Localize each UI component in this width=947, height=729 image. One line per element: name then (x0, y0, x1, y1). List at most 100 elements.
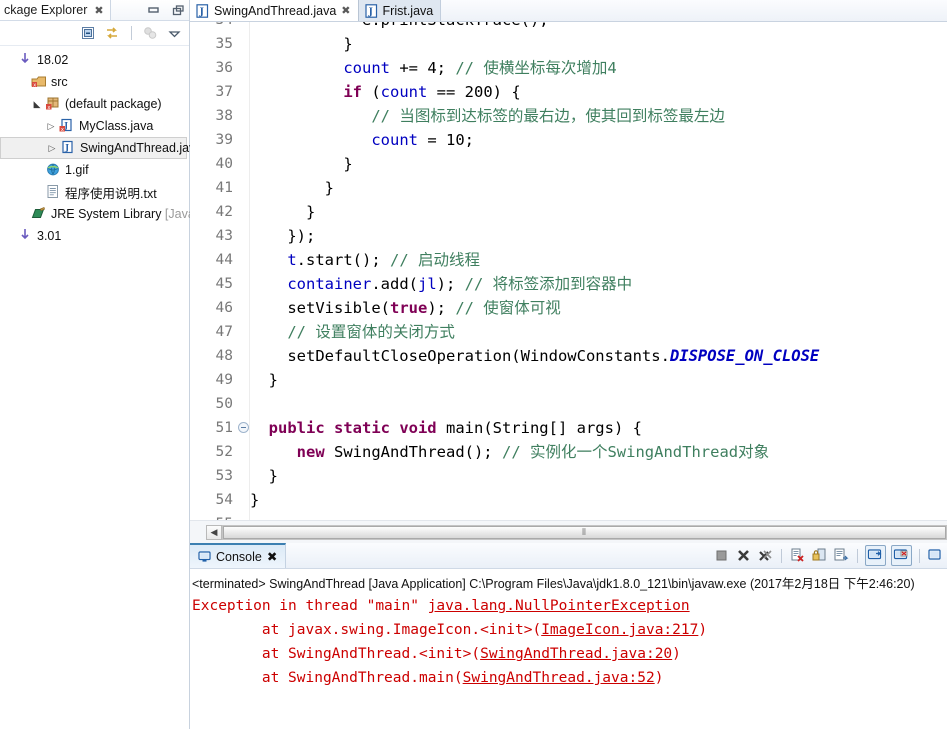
pin-console-icon[interactable] (865, 545, 886, 566)
collapse-all-icon[interactable] (80, 25, 97, 42)
tree-item[interactable]: ◢ x (default package) (0, 93, 189, 115)
editor-horizontal-scrollbar[interactable]: ◀ ⦀ (190, 520, 947, 543)
expand-arrow-open-icon[interactable]: ◢ (30, 99, 44, 110)
focus-active-task-icon[interactable] (142, 25, 159, 42)
line-number: 45 (215, 276, 233, 292)
line-number: 46 (215, 300, 233, 316)
code-token: ); (436, 275, 465, 293)
code-line[interactable]: e.printStackTrace(); (250, 22, 549, 32)
code-token: 10 (446, 131, 465, 149)
gif-file-icon (44, 161, 62, 179)
code-line[interactable]: } (250, 488, 259, 512)
code-line[interactable]: } (250, 152, 352, 176)
maximize-button[interactable] (172, 4, 185, 17)
expand-arrow-closed-icon[interactable]: ▷ (44, 121, 58, 132)
tree-item[interactable]: JRE System Library [JavaSE (0, 203, 211, 225)
code-line[interactable]: t.start(); // 启动线程 (250, 248, 480, 272)
svg-text:x: x (33, 82, 36, 88)
code-line[interactable]: } (250, 176, 334, 200)
clear-console-icon[interactable] (789, 547, 806, 564)
stack-trace-link[interactable]: java.lang.NullPointerException (428, 598, 690, 614)
stack-trace-link[interactable]: SwingAndThread.java:52 (463, 670, 655, 686)
project-tree[interactable]: 18.02 x src ◢ x (default package) ▷ Jx MyClass.j… (0, 46, 211, 247)
view-menu-icon[interactable] (166, 25, 183, 42)
code-token: 4 (427, 59, 437, 77)
console-view: Console ✖ <terminated> SwingAndThread [J… (190, 543, 947, 729)
close-icon[interactable]: ✖ (267, 549, 277, 564)
code-line[interactable]: count += 4; // 使横坐标每次增加4 (250, 56, 616, 80)
line-number: 50 (215, 396, 233, 412)
code-token: public static void (268, 419, 437, 437)
code-line[interactable]: container.add(jl); // 将标签添加到容器中 (250, 272, 632, 296)
console-icon (198, 550, 211, 564)
tree-item-label: 程序使用说明.txt (65, 186, 157, 201)
remove-all-terminated-icon[interactable] (757, 547, 774, 564)
scroll-thumb[interactable]: ⦀ (223, 525, 946, 539)
code-line[interactable]: } (250, 32, 352, 56)
console-output[interactable]: Exception in thread "main" java.lang.Nul… (190, 594, 947, 690)
code-line[interactable]: } (250, 200, 315, 224)
code-token: count (380, 83, 428, 101)
tree-item-label: src (51, 75, 68, 89)
tree-item[interactable]: ▷ J SwingAndThread.jav (0, 137, 195, 159)
tree-item-label: JRE System Library [JavaSE (51, 207, 212, 221)
editor-tab-bar: J SwingAndThread.java ✖ J Frist.java (190, 0, 947, 22)
display-selected-console-icon[interactable] (891, 545, 912, 566)
tree-item-label: 3.01 (37, 229, 62, 243)
tab-console[interactable]: Console ✖ (190, 543, 287, 568)
open-console-icon[interactable] (927, 547, 944, 564)
stack-trace-link[interactable]: ImageIcon.java:217 (541, 622, 698, 638)
code-line[interactable]: if (count == 200) { (250, 80, 520, 104)
code-line[interactable]: setDefaultCloseOperation(WindowConstants… (250, 344, 819, 368)
code-line[interactable]: setVisible(true); // 使窗体可视 (250, 296, 561, 320)
scroll-lock-icon[interactable] (811, 547, 828, 564)
line-number: 40 (215, 156, 233, 172)
code-line[interactable]: // 设置窗体的关闭方式 (250, 320, 455, 344)
code-token: ; (464, 131, 475, 149)
close-icon[interactable]: ✖ (341, 4, 350, 17)
code-fold-toggle[interactable] (238, 422, 249, 433)
java-file-icon: J (196, 3, 209, 18)
tree-item[interactable]: 3.01 (0, 225, 189, 247)
close-icon[interactable]: ✖ (94, 4, 103, 17)
svg-text:J: J (64, 142, 69, 152)
source-code[interactable]: e.printStackTrace(); } count += 4; // 使横… (250, 22, 947, 522)
code-line[interactable]: new SwingAndThread(); // 实例化一个SwingAndTh… (250, 440, 769, 464)
console-text: ) (654, 670, 664, 686)
code-token: // 设置窗体的关闭方式 (287, 323, 455, 341)
tree-item[interactable]: ▷ Jx MyClass.java (0, 115, 189, 137)
tree-item[interactable]: x src (0, 71, 189, 93)
code-viewport[interactable]: 34 35 36 37 38 39 40 41 42 43 44 45 46 47 48 49 50 51 52 53… (190, 22, 947, 522)
tree-item[interactable]: 18.02 (0, 49, 189, 71)
tree-item[interactable]: 1.gif (0, 159, 189, 181)
editor-tab[interactable]: J SwingAndThread.java ✖ (190, 0, 359, 21)
terminate-icon[interactable] (713, 547, 730, 564)
code-line[interactable]: public static void main(String[] args) { (250, 416, 642, 440)
code-line[interactable]: } (250, 368, 278, 392)
scroll-left-button[interactable]: ◀ (206, 524, 222, 540)
stack-trace-link[interactable]: SwingAndThread.java:20 (480, 646, 672, 662)
line-number: 51 (215, 420, 233, 436)
code-line[interactable]: } (250, 464, 278, 488)
code-token: new (296, 443, 325, 461)
scroll-track[interactable]: ⦀ (222, 524, 947, 540)
code-line[interactable]: // 当图标到达标签的最右边，使其回到标签最左边 (250, 104, 725, 128)
link-with-editor-icon[interactable] (104, 25, 121, 42)
folding-gutter[interactable] (237, 22, 250, 522)
code-line[interactable]: count = 10; (250, 128, 474, 152)
word-wrap-icon[interactable] (833, 547, 850, 564)
editor-tab[interactable]: J Frist.java (358, 0, 442, 21)
remove-launch-icon[interactable] (735, 547, 752, 564)
code-token: ; (436, 59, 456, 77)
line-number: 54 (215, 492, 233, 508)
console-line: at SwingAndThread.<init>(SwingAndThread.… (192, 642, 947, 666)
minimize-button[interactable] (147, 4, 160, 17)
code-line[interactable]: }); (250, 224, 315, 248)
line-number: 37 (215, 84, 233, 100)
expand-arrow-closed-icon[interactable]: ▷ (45, 143, 59, 154)
line-number: 48 (215, 348, 233, 364)
tab-package-explorer[interactable]: ckage Explorer ✖ (0, 0, 111, 20)
tree-item[interactable]: 程序使用说明.txt (0, 181, 189, 203)
